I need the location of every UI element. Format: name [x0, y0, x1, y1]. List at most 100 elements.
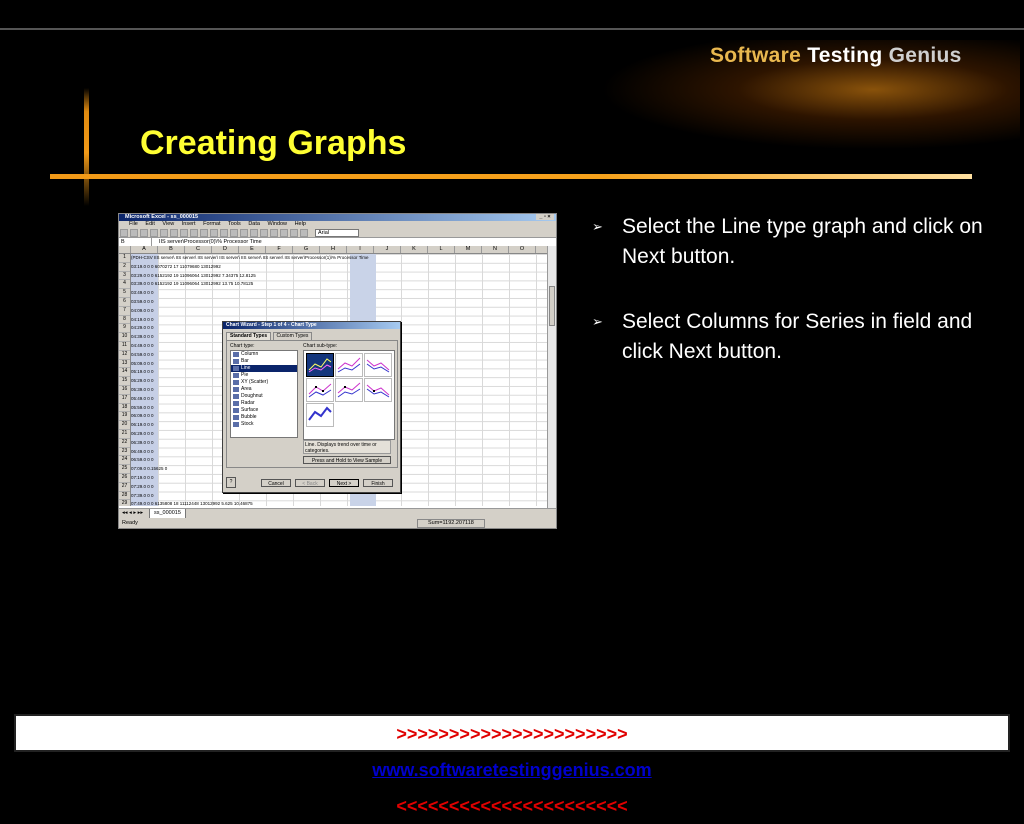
- open-icon[interactable]: [130, 229, 138, 237]
- undo-icon[interactable]: [210, 229, 218, 237]
- font-name-select[interactable]: Arial: [315, 229, 359, 237]
- column-header-a[interactable]: A: [131, 246, 158, 253]
- next-button[interactable]: Next >: [329, 479, 359, 487]
- row-header[interactable]: 15: [119, 377, 130, 386]
- sheet-nav-arrows-icon[interactable]: ◂◂ ◂ ▸ ▸▸: [122, 510, 143, 516]
- row-header[interactable]: 18: [119, 404, 130, 413]
- tab-standard-types[interactable]: Standard Types: [226, 332, 272, 340]
- cut-icon[interactable]: [180, 229, 188, 237]
- column-header-g[interactable]: G: [293, 246, 320, 253]
- function-icon[interactable]: [250, 229, 258, 237]
- column-header-b[interactable]: B: [158, 246, 185, 253]
- row-header[interactable]: 6: [119, 298, 130, 307]
- column-header-h[interactable]: H: [320, 246, 347, 253]
- column-header-c[interactable]: C: [185, 246, 212, 253]
- chart-type-bar[interactable]: Bar: [231, 358, 297, 365]
- sort-desc-icon[interactable]: [270, 229, 278, 237]
- row-header[interactable]: 26: [119, 474, 130, 483]
- sort-asc-icon[interactable]: [260, 229, 268, 237]
- menu-insert[interactable]: Insert: [182, 221, 196, 227]
- copy-icon[interactable]: [190, 229, 198, 237]
- window-controls-icon[interactable]: _ ▫ ×: [536, 214, 554, 220]
- row-header[interactable]: 1: [119, 254, 130, 263]
- save-icon[interactable]: [140, 229, 148, 237]
- chart-type-pie[interactable]: Pie: [231, 372, 297, 379]
- chart-type-stock[interactable]: Stock: [231, 421, 297, 428]
- paste-icon[interactable]: [200, 229, 208, 237]
- hyperlink-icon[interactable]: [230, 229, 238, 237]
- press-hold-sample-button[interactable]: Press and Hold to View Sample: [303, 456, 391, 464]
- subtype-stacked-markers-thumb[interactable]: [335, 378, 363, 402]
- back-button[interactable]: < Back: [295, 479, 325, 487]
- row-header[interactable]: 28: [119, 492, 130, 501]
- row-header[interactable]: 20: [119, 421, 130, 430]
- column-header-d[interactable]: D: [212, 246, 239, 253]
- row-header[interactable]: 2: [119, 263, 130, 272]
- subtype-100-line-thumb[interactable]: [364, 353, 392, 377]
- row-header[interactable]: 9: [119, 324, 130, 334]
- row-header[interactable]: 8: [119, 316, 130, 325]
- zoom-icon[interactable]: [300, 229, 308, 237]
- formula-input[interactable]: IIS server\Processor(0)\% Processor Time: [159, 239, 262, 245]
- chart-type-doughnut[interactable]: Doughnut: [231, 393, 297, 400]
- cancel-button[interactable]: Cancel: [261, 479, 291, 487]
- redo-icon[interactable]: [220, 229, 228, 237]
- chart-type-area[interactable]: Area: [231, 386, 297, 393]
- row-header[interactable]: 21: [119, 430, 130, 439]
- chart-type-line[interactable]: Line: [231, 365, 297, 372]
- row-header[interactable]: 23: [119, 448, 130, 457]
- menu-view[interactable]: View: [162, 221, 174, 227]
- row-header[interactable]: 17: [119, 395, 130, 404]
- name-box[interactable]: B: [121, 238, 152, 246]
- menu-format[interactable]: Format: [203, 221, 220, 227]
- row-header[interactable]: 7: [119, 307, 130, 316]
- row-header[interactable]: 22: [119, 439, 130, 448]
- subtype-stacked-line-thumb[interactable]: [335, 353, 363, 377]
- menu-help[interactable]: Help: [295, 221, 306, 227]
- menu-file[interactable]: File: [129, 221, 138, 227]
- column-header-k[interactable]: K: [401, 246, 428, 253]
- menu-window[interactable]: Window: [267, 221, 287, 227]
- column-header-n[interactable]: N: [482, 246, 509, 253]
- row-header[interactable]: 11: [119, 342, 130, 351]
- subtype-3d-line-thumb[interactable]: [306, 403, 334, 427]
- tab-custom-types[interactable]: Custom Types: [272, 332, 313, 340]
- chart-type-list[interactable]: Column Bar Line Pie XY (Scatter) Area Doughnut…: [230, 350, 298, 438]
- row-header[interactable]: 19: [119, 412, 130, 422]
- row-header[interactable]: 27: [119, 483, 130, 492]
- row-header[interactable]: 4: [119, 280, 130, 290]
- row-header[interactable]: 14: [119, 368, 130, 378]
- vertical-scrollbar[interactable]: [547, 246, 556, 508]
- row-header[interactable]: 5: [119, 289, 130, 298]
- chart-wizard-icon[interactable]: [280, 229, 288, 237]
- row-header[interactable]: 10: [119, 333, 130, 342]
- chart-type-radar[interactable]: Radar: [231, 400, 297, 407]
- column-header-f[interactable]: F: [266, 246, 293, 253]
- row-header[interactable]: 12: [119, 351, 130, 360]
- scroll-thumb[interactable]: [549, 286, 555, 326]
- subtype-100-markers-thumb[interactable]: [364, 378, 392, 402]
- finish-button[interactable]: Finish: [363, 479, 393, 487]
- row-header[interactable]: 25: [119, 465, 130, 474]
- autosum-icon[interactable]: [240, 229, 248, 237]
- row-header[interactable]: 16: [119, 386, 130, 395]
- footer-website-link[interactable]: www.softwaretestinggenius.com: [372, 760, 651, 780]
- worksheet-grid[interactable]: ABCDEFGHIJKLMNO 1 2 3 4 5 6 7 8 9 10 11 12 13 14 15 16 1…: [119, 246, 556, 528]
- menu-tools[interactable]: Tools: [228, 221, 241, 227]
- row-header[interactable]: 3: [119, 272, 130, 281]
- preview-icon[interactable]: [160, 229, 168, 237]
- column-header-m[interactable]: M: [455, 246, 482, 253]
- row-header[interactable]: 24: [119, 456, 130, 466]
- subtype-line-markers-thumb[interactable]: [306, 378, 334, 402]
- chart-type-column[interactable]: Column: [231, 351, 297, 358]
- new-icon[interactable]: [120, 229, 128, 237]
- subtype-line-thumb[interactable]: [306, 353, 334, 377]
- help-icon[interactable]: ?: [226, 477, 236, 488]
- column-header-e[interactable]: E: [239, 246, 266, 253]
- column-header-l[interactable]: L: [428, 246, 455, 253]
- menu-data[interactable]: Data: [248, 221, 260, 227]
- chart-subtype-grid[interactable]: [303, 350, 395, 440]
- print-icon[interactable]: [150, 229, 158, 237]
- menu-edit[interactable]: Edit: [145, 221, 154, 227]
- chart-type-bubble[interactable]: Bubble: [231, 414, 297, 421]
